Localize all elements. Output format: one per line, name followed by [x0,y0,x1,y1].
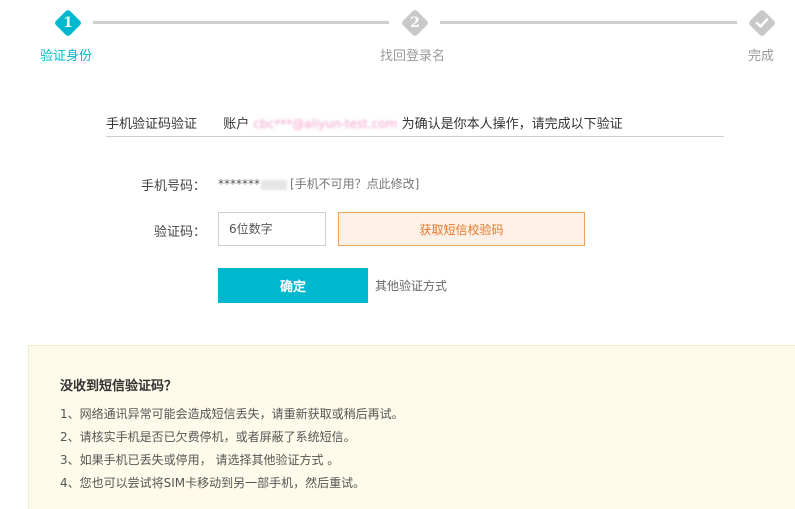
confirm-button[interactable]: 确定 [218,268,368,303]
phone-label: 手机号码： [140,179,206,194]
step-1-label: 验证身份 [40,49,93,64]
step-3-marker [747,8,777,38]
get-sms-code-button[interactable]: 获取短信校验码 [338,212,585,246]
help-item-3: 3、如果手机已丢失或停用， 请选择其他验证方式 。 [60,453,340,467]
account-prefix: 账户 [223,117,250,132]
help-item-2: 2、请核实手机是否已欠费停机，或者屏蔽了系统短信。 [60,430,356,444]
verify-method-row: 手机验证码验证 账户 cbc***@aliyun-test.com 为确认是你本… [106,114,724,137]
step-1-marker: 1 [53,8,83,38]
step-2-label: 找回登录名 [380,49,446,64]
step-1-number: 1 [63,15,73,31]
code-label: 验证码： [153,225,206,240]
phone-change-link[interactable]: [手机不可用？点此修改] [290,177,419,191]
code-input[interactable] [218,212,326,246]
help-title: 没收到短信验证码？ [60,379,178,394]
help-item-1: 1、网络通讯异常可能会造成短信丢失，请重新获取或稍后再试。 [60,407,404,421]
phone-value-row: ******* [手机不可用？点此修改] [218,175,419,192]
step-3-label: 完成 [748,49,775,64]
step-2-marker: 2 [400,8,430,38]
other-method-link[interactable]: 其他验证方式 [375,277,447,294]
step-connector-2 [440,21,737,24]
help-item-4: 4、您也可以尝试将SIM卡移动到另一部手机，然后重试。 [60,476,366,490]
verify-method-label: 手机验证码验证 [106,117,198,132]
phone-tail [261,179,287,190]
check-icon [755,18,769,28]
step-connector-1 [93,21,389,24]
account-masked: cbc***@aliyun-test.com [253,117,398,131]
help-panel: 没收到短信验证码？ 1、网络通讯异常可能会造成短信丢失，请重新获取或稍后再试。 … [28,345,795,509]
step-2-number: 2 [410,15,420,31]
phone-masked: ******* [218,177,260,191]
verify-instruction: 为确认是你本人操作，请完成以下验证 [401,117,623,132]
